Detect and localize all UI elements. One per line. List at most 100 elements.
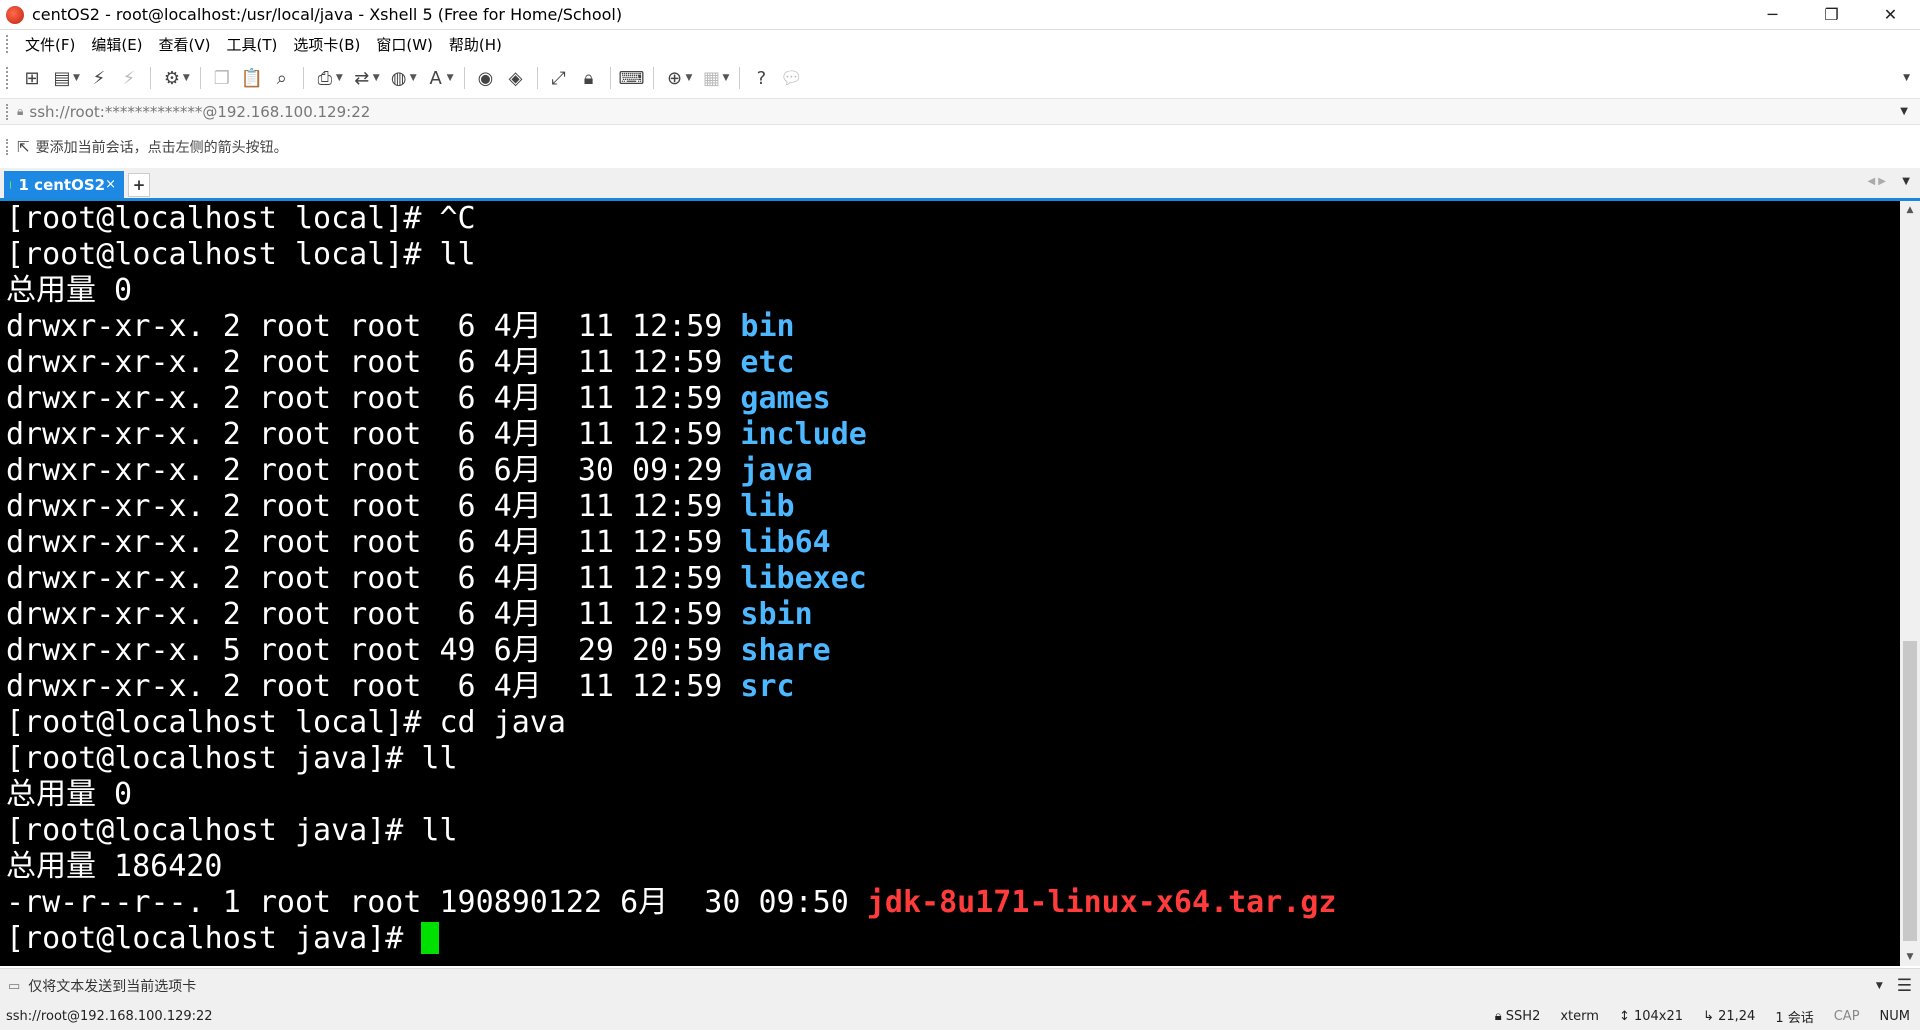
menubar-grip[interactable] [6,35,11,53]
tab-label: 1 centOS2 [18,175,106,194]
layout-dropdown-icon[interactable]: ▼ [722,73,729,83]
add-session-arrow-icon[interactable]: ⇱ [17,138,30,156]
xshell-app-icon[interactable] [6,5,24,24]
toolbar-separator [652,67,654,89]
status-num: NUM [1879,1009,1910,1024]
status-position: ↳ 21,24 [1703,1009,1755,1024]
terminal-text: drwxr-xr-x. 2 root root 6 4月 11 12:59 [6,597,741,632]
compose-icon[interactable]: ⊕ [663,66,687,90]
terminal-text: drwxr-xr-x. 2 root root 6 4月 11 12:59 [6,669,741,704]
open-dropdown-icon[interactable]: ▼ [73,73,80,83]
toolbar-separator [149,67,151,89]
menu-edit[interactable]: 编辑(E) [83,34,150,55]
terminal-text: drwxr-xr-x. 2 root root 6 4月 11 12:59 [6,345,741,380]
address-field[interactable]: ssh://root:*************@192.168.100.129… [29,103,370,121]
add-tab-button[interactable]: + [128,173,150,197]
toolbar-overflow-icon[interactable]: ▼ [1903,73,1910,83]
status-connection: ssh://root@192.168.100.129:22 [6,1009,213,1024]
font-dropdown-icon[interactable]: ▼ [447,73,454,83]
compose-dropdown-icon[interactable]: ▼ [686,73,693,83]
terminal-text: drwxr-xr-x. 2 root root 6 4月 11 12:59 [6,381,741,416]
tab-centos2[interactable]: 1 centOS2 × [4,171,124,198]
globe-dropdown-icon[interactable]: ▼ [410,73,417,83]
new-session-icon[interactable]: ⊞ [20,66,44,90]
terminal-line: drwxr-xr-x. 2 root root 6 4月 11 12:59 li… [0,561,1900,597]
terminal-text: drwxr-xr-x. 5 root root 49 6月 29 20:59 [6,633,741,668]
menu-file[interactable]: 文件(F) [17,34,83,55]
status-term: xterm [1560,1009,1599,1024]
terminal-line: drwxr-xr-x. 2 root root 6 6月 30 09:29 ja… [0,453,1900,489]
copy-icon[interactable]: ❐ [210,66,234,90]
hintbar-grip[interactable] [6,139,11,155]
properties-dropdown-icon[interactable]: ▼ [183,73,190,83]
addressbar-grip[interactable] [6,103,11,120]
print-icon[interactable]: ⎙ [313,66,337,90]
terminal-line: [root@localhost java]# [0,921,1900,957]
scroll-thumb[interactable] [1903,641,1917,941]
scroll-down-icon[interactable]: ▼ [1900,948,1920,966]
directory-name: lib [740,489,795,524]
terminal-text: [root@localhost java]# ll [6,741,458,776]
directory-name: sbin [740,597,813,632]
menu-help[interactable]: 帮助(H) [441,34,510,55]
restore-button[interactable]: ❐ [1802,0,1861,29]
properties-icon[interactable]: ⚙ [160,66,184,90]
compose-dropdown-icon[interactable]: ▼ [1876,981,1883,991]
globe-icon[interactable]: ◍ [387,66,411,90]
address-dropdown-icon[interactable]: ▼ [1900,106,1908,117]
terminal-line: drwxr-xr-x. 2 root root 6 4月 11 12:59 li… [0,489,1900,525]
font-icon[interactable]: A [424,66,448,90]
menu-view[interactable]: 查看(V) [151,34,219,55]
fullscreen-icon[interactable]: ⤢ [547,66,571,90]
menu-window[interactable]: 窗口(W) [368,34,441,55]
print-dropdown-icon[interactable]: ▼ [336,73,343,83]
help-icon[interactable]: ? [749,66,773,90]
status-size: ↕ 104x21 [1619,1009,1683,1024]
menu-tab[interactable]: 选项卡(B) [285,34,368,55]
directory-name: etc [740,345,795,380]
keyboard-icon[interactable]: ⌨ [619,66,645,90]
terminal-line: drwxr-xr-x. 2 root root 6 4月 11 12:59 sr… [0,669,1900,705]
transfer-dropdown-icon[interactable]: ▼ [373,73,380,83]
terminal-line: [root@localhost local]# ^C [0,201,1900,237]
tab-nav-arrows-icon[interactable]: ◀ ▶ [1867,176,1886,187]
find-icon[interactable]: ⌕ [270,66,294,90]
layout-icon[interactable]: ▦ [699,66,723,90]
menu-tools[interactable]: 工具(T) [219,34,286,55]
terminal-output[interactable]: [root@localhost local]# ^C [root@localhos… [0,201,1900,966]
compose-menu-icon[interactable]: ☰ [1897,976,1912,996]
lock-icon[interactable]: 🔒︎ [577,66,601,90]
xftp-icon[interactable]: ◉ [474,66,498,90]
size-icon: ↕ [1618,1009,1630,1024]
terminal-text: drwxr-xr-x. 2 root root 6 4月 11 12:59 [6,525,741,560]
minimize-button[interactable]: ─ [1743,0,1802,29]
connected-status-icon [10,180,11,189]
toolbar-separator [199,67,201,89]
disconnect-icon[interactable]: ⚡ [117,66,141,90]
compose-input[interactable]: 仅将文本发送到当前选项卡 [28,976,196,996]
toolbar-separator [463,67,465,89]
compose-keyboard-icon[interactable]: ▭ [8,979,20,994]
terminal-text: drwxr-xr-x. 2 root root 6 4月 11 12:59 [6,417,741,452]
toolbar-grip[interactable] [6,67,11,89]
tab-close-icon[interactable]: × [105,177,116,192]
xmanager-icon[interactable]: ◈ [504,66,528,90]
chat-icon[interactable]: 💬︎ [779,66,803,90]
size-label: 104x21 [1633,1009,1684,1024]
transfer-icon[interactable]: ⇄ [350,66,374,90]
paste-icon[interactable]: 📋 [240,66,264,90]
window-title: centOS2 - root@localhost:/usr/local/java… [32,5,623,24]
terminal-scrollbar[interactable]: ▲ ▼ [1900,201,1920,966]
title-bar: centOS2 - root@localhost:/usr/local/java… [0,0,1920,30]
close-button[interactable]: ✕ [1861,0,1920,29]
tab-menu-icon[interactable]: ▼ [1902,176,1910,187]
directory-name: java [740,453,813,488]
open-folder-icon[interactable]: ▤ [50,66,74,90]
protocol-label: SSH2 [1505,1009,1541,1024]
scroll-up-icon[interactable]: ▲ [1900,201,1920,219]
terminal-line: 总用量 0 [0,273,1900,309]
toolbar-separator [536,67,538,89]
compose-bar: ▭ 仅将文本发送到当前选项卡 ▼ ☰ [0,968,1920,1003]
reconnect-icon[interactable]: ⚡ [87,66,111,90]
terminal-text: -rw-r--r--. 1 root root 190890122 6月 30 … [6,885,867,920]
